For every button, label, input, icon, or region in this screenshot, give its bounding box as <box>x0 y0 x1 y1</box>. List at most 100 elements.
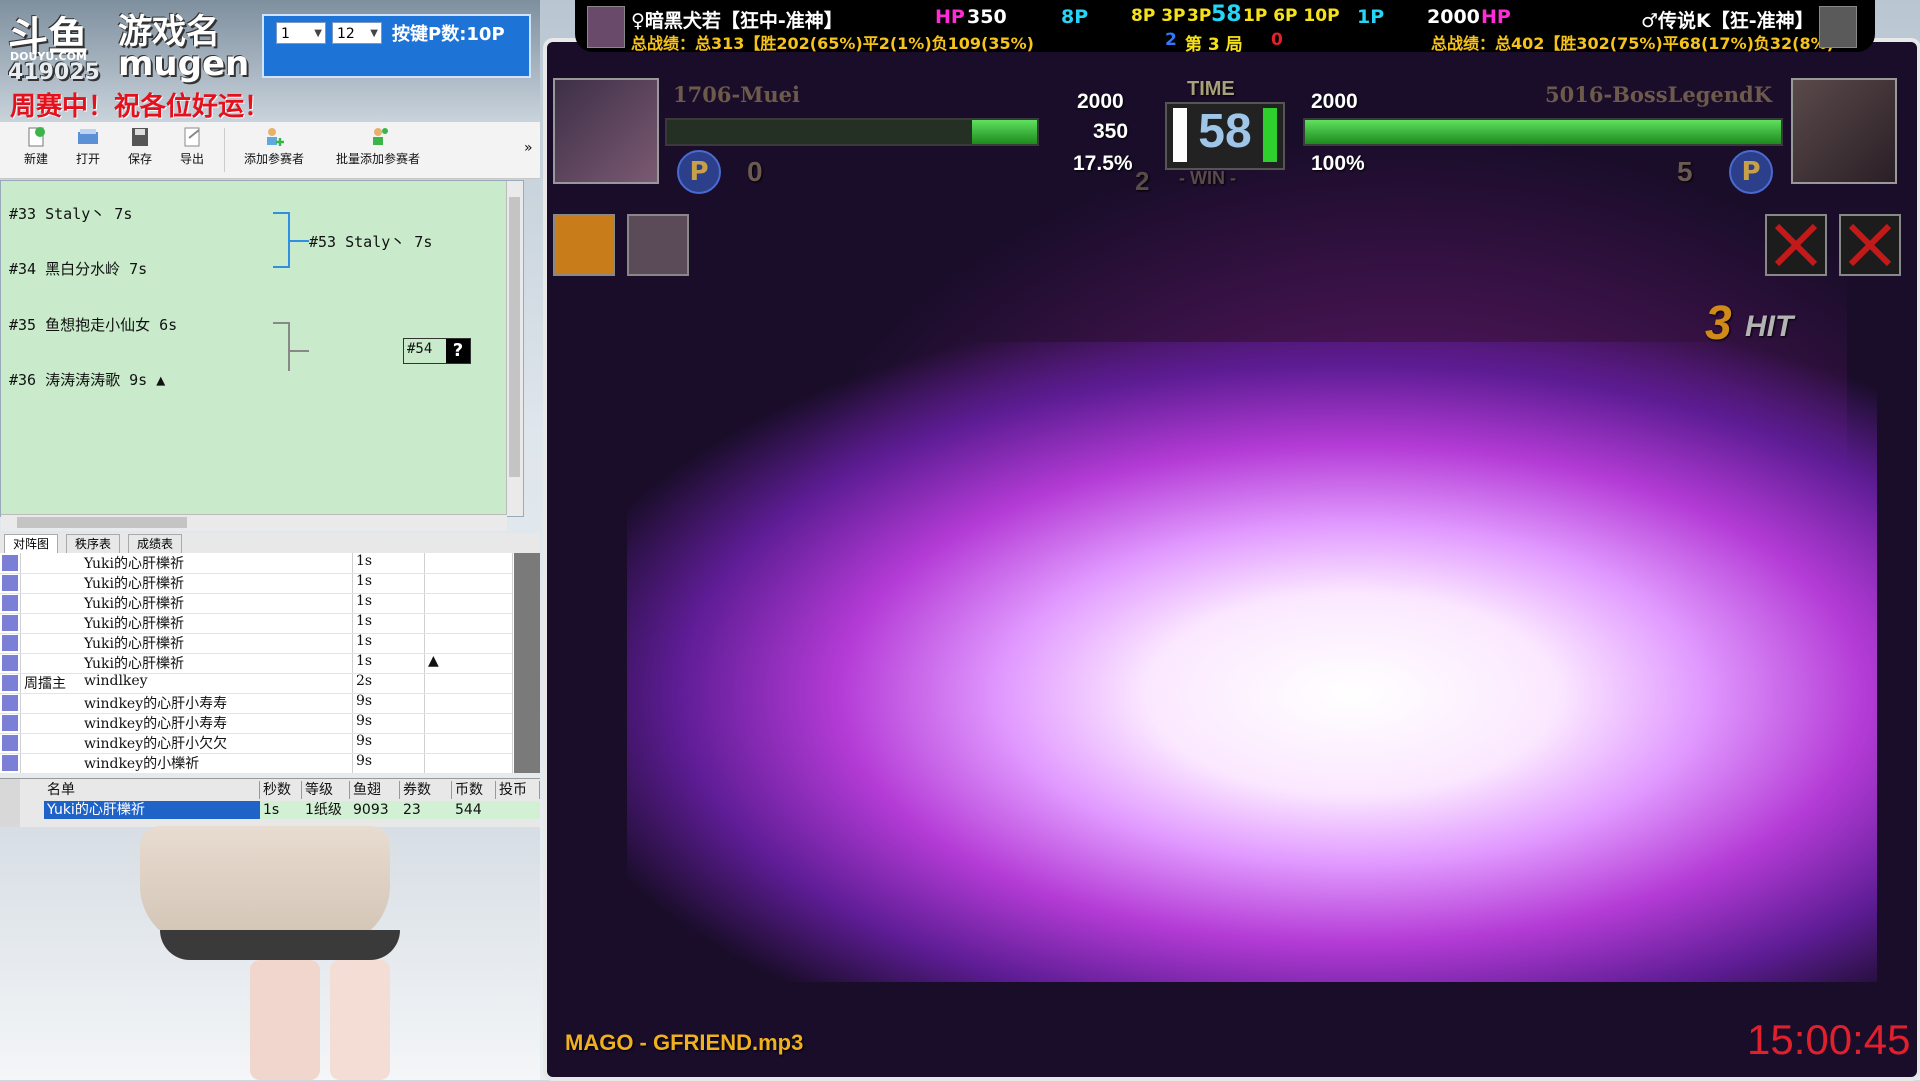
row-marker <box>2 755 18 771</box>
row-marker <box>2 675 18 691</box>
bracket-panel: #33 Staly丶 7s #34 黑白分水岭 7s #35 鱼想抱走小仙女 6… <box>0 180 524 531</box>
list-item[interactable]: Yuki的心肝櫟祈 1s ▲ <box>0 653 512 674</box>
open-icon <box>78 129 98 144</box>
row-marker <box>2 635 18 651</box>
chevron-down-icon: ▼ <box>370 28 378 39</box>
new-button[interactable]: 新建 <box>18 126 54 167</box>
tab-bar: 对阵图 秩序表 成绩表 <box>0 533 540 554</box>
game-viewport: 1706-Muei 2000 350 17.5% P 0 TIME 58 2 -… <box>543 38 1920 1081</box>
p-left: 8P 3P <box>1131 6 1186 26</box>
row-marker <box>2 575 18 591</box>
bracket-entry[interactable]: #33 Staly丶 7s <box>9 203 132 224</box>
game-title: mugen <box>118 44 250 84</box>
combo-label: HIT <box>1745 310 1794 343</box>
list-item[interactable]: Yuki的心肝櫟祈 1s <box>0 573 512 594</box>
timer-box: 58 <box>1165 102 1285 170</box>
open-button[interactable]: 打开 <box>70 126 106 167</box>
p1-record: 总战绩：总313【胜202(65%)平2(1%)负109(35%) <box>631 34 1034 53</box>
p2-teammate-slot <box>1839 214 1901 276</box>
horizontal-scrollbar[interactable] <box>1 514 507 531</box>
character-skirt <box>140 826 390 946</box>
list-item[interactable]: Yuki的心肝櫟祈 1s <box>0 613 512 634</box>
p1-pcount: 8P <box>1061 6 1089 28</box>
save-button[interactable]: 保存 <box>122 126 158 167</box>
p2-teammate-slot <box>1765 214 1827 276</box>
key-panel: 1 ▼ 12 ▼ 按键P数:10P <box>262 14 531 78</box>
vertical-scrollbar[interactable] <box>506 181 523 516</box>
list-item[interactable]: Yuki的心肝櫟祈 1s <box>0 553 512 574</box>
table-header: 等级 <box>302 781 350 799</box>
table-cell: 1s <box>260 801 302 819</box>
p-highlight: 3P <box>1187 6 1212 26</box>
tab-order[interactable]: 秩序表 <box>66 534 121 553</box>
p1-power: 0 <box>747 156 763 187</box>
table-cell <box>496 801 540 819</box>
list-item[interactable]: Yuki的心肝櫟祈 1s <box>0 593 512 614</box>
row-marker <box>2 595 18 611</box>
combo-count: 3 <box>1705 297 1732 350</box>
table-header: 秒数 <box>260 781 302 799</box>
list-scrollbar[interactable] <box>514 553 540 773</box>
scroll-thumb[interactable] <box>17 517 187 528</box>
scroll-thumb[interactable] <box>509 197 520 477</box>
side-handle[interactable] <box>0 779 20 827</box>
close-icon <box>1848 223 1892 267</box>
p2-power: 5 <box>1677 156 1693 187</box>
p2-name: ♂传说K【狂-准神】 <box>1641 10 1814 32</box>
toolbar-divider <box>224 128 225 172</box>
timer-right-gauge <box>1263 108 1277 162</box>
list-item[interactable]: Yuki的心肝櫟祈 1s <box>0 633 512 654</box>
add-player-button[interactable]: 添加参赛者 <box>238 126 310 167</box>
row-marker <box>2 695 18 711</box>
bracket-pending-slot[interactable]: #54 ? <box>403 338 471 364</box>
p2-max-hp: 2000 <box>1311 90 1358 113</box>
tab-bracket[interactable]: 对阵图 <box>4 534 59 553</box>
p2-hp: 2000 <box>1427 6 1480 28</box>
character-skirt-hem <box>160 930 400 960</box>
column-divider <box>512 553 513 773</box>
power-icon: P <box>677 150 721 194</box>
p2-record: 总战绩：总402【胜302(75%)平68(17%)负32(8%) <box>1431 34 1834 53</box>
clock: 15:00:45 <box>1747 1016 1911 1063</box>
export-button[interactable]: 导出 <box>174 126 210 167</box>
list-item[interactable]: windkey的小櫟祈 9s <box>0 753 512 773</box>
toolbar-overflow-button[interactable]: » <box>524 140 533 156</box>
p-select-1[interactable]: 1 ▼ <box>276 22 326 44</box>
p1-hp-label: HP <box>935 6 965 28</box>
p1-teammate-slot <box>627 214 689 276</box>
p2-health-fill <box>1305 120 1781 144</box>
table-cell: 1纸级 <box>302 801 350 819</box>
p1-avatar <box>587 6 625 48</box>
p1-wins: 2 <box>1135 166 1150 196</box>
p-select-2[interactable]: 12 ▼ <box>332 22 382 44</box>
p2-label: 5016-BossLegendK <box>1545 82 1772 107</box>
p2-health-bar <box>1303 118 1783 146</box>
table-header: 名单 <box>44 781 260 799</box>
status-table: 名单 秒数 等级 鱼翅 券数 币数 投币 Yuki的心肝櫟祈 1s 1纸级 90… <box>0 778 540 827</box>
event-banner: 周赛中！祝各位好运！ <box>10 92 271 122</box>
table-header: 币数 <box>452 781 496 799</box>
bracket-winner[interactable]: #53 Staly丶 7s <box>309 231 432 252</box>
list-item[interactable]: windkey的心肝小欠欠 9s <box>0 733 512 754</box>
p1-hp-percent: 17.5% <box>1073 152 1133 175</box>
time-value: 58 <box>1198 105 1252 158</box>
bracket-entry[interactable]: #36 涛涛涛涛歌 9s ▲ <box>9 369 165 390</box>
list-item[interactable]: windkey的心肝小寿寿 9s <box>0 693 512 714</box>
batch-add-button[interactable]: 批量添加参赛者 <box>330 126 426 167</box>
toolbar: 新建 打开 保存 导出 添加参赛者 批量添加参赛者 » <box>0 122 540 179</box>
list-item[interactable]: windkey的心肝小寿寿 9s <box>0 713 512 734</box>
power-icon: P <box>1729 150 1773 194</box>
p1-max-hp: 2000 <box>1077 90 1124 113</box>
unknown-icon: ? <box>446 339 470 363</box>
bracket-entry[interactable]: #35 鱼想抱走小仙女 6s <box>9 314 177 335</box>
table-cell-selected[interactable]: Yuki的心肝櫟祈 <box>44 801 260 819</box>
bracket-entry[interactable]: #34 黑白分水岭 7s <box>9 258 147 279</box>
round-right: 0 <box>1271 30 1283 50</box>
p-right: 1P 6P 10P <box>1243 6 1340 26</box>
now-playing: MAGO - GFRIEND.mp3 <box>565 1030 804 1055</box>
p1-health-fill <box>972 120 1037 144</box>
table-cell: 9093 <box>350 801 400 819</box>
row-marker <box>2 715 18 731</box>
tab-results[interactable]: 成绩表 <box>128 534 183 553</box>
list-item[interactable]: 周擂主 windlkey 2s <box>0 673 512 694</box>
